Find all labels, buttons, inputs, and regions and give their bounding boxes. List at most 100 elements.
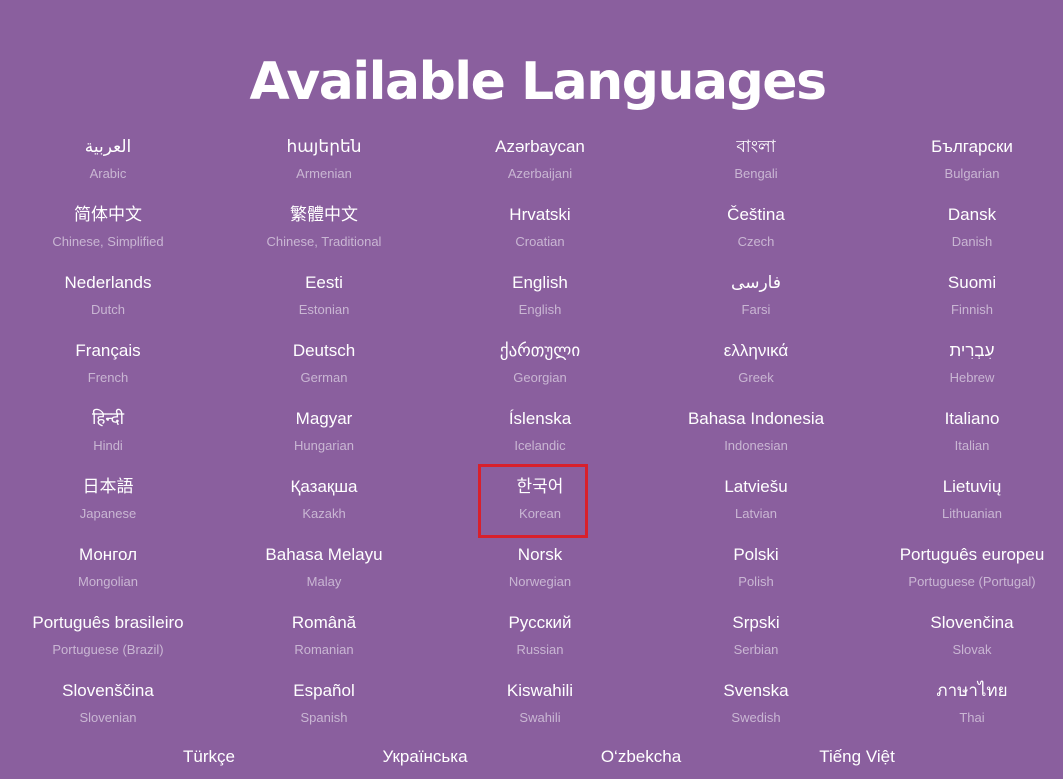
- language-native-name: Hrvatski: [509, 205, 571, 224]
- language-english-name: Lithuanian: [942, 506, 1002, 521]
- language-item-icelandic[interactable]: Íslenska Icelandic: [432, 402, 648, 470]
- language-item-lithuanian[interactable]: Lietuvių Lithuanian: [864, 470, 1063, 538]
- language-english-name: Romanian: [294, 642, 354, 657]
- language-native-name: Română: [291, 613, 357, 632]
- language-item-romanian[interactable]: Română Romanian: [216, 606, 432, 674]
- language-item-kazakh[interactable]: Қазақша Kazakh: [216, 470, 432, 538]
- language-item-chinese-simplified[interactable]: 简体中文 Chinese, Simplified: [0, 198, 216, 266]
- language-item-serbian[interactable]: Srpski Serbian: [648, 606, 864, 674]
- language-native-name: Deutsch: [292, 341, 356, 360]
- language-item-bengali[interactable]: বাংলা Bengali: [648, 130, 864, 198]
- language-native-name: Português europeu: [899, 545, 1045, 564]
- language-last-row: Türkçe Українська O‘zbekcha Tiếng Việt: [0, 744, 1063, 772]
- page-title: Available Languages: [249, 51, 827, 112]
- language-english-name: Farsi: [741, 302, 771, 317]
- language-english-name: Malay: [306, 574, 342, 589]
- language-item-farsi[interactable]: فارسی Farsi: [648, 266, 864, 334]
- language-item-hindi[interactable]: हिन्दी Hindi: [0, 402, 216, 470]
- language-english-name: Azerbaijani: [507, 166, 573, 181]
- language-item-malay[interactable]: Bahasa Melayu Malay: [216, 538, 432, 606]
- language-item-finnish[interactable]: Suomi Finnish: [864, 266, 1063, 334]
- language-english-name: Hindi: [93, 438, 123, 453]
- language-native-name: Slovenščina: [62, 681, 154, 700]
- language-item-last-1[interactable]: Українська: [382, 744, 467, 770]
- language-item-japanese[interactable]: 日本語 Japanese: [0, 470, 216, 538]
- language-native-name: Íslenska: [508, 409, 572, 428]
- language-item-swahili[interactable]: Kiswahili Swahili: [432, 674, 648, 742]
- language-item-english[interactable]: English English: [432, 266, 648, 334]
- language-item-dutch[interactable]: Nederlands Dutch: [0, 266, 216, 334]
- language-english-name: Dutch: [91, 302, 125, 317]
- language-english-name: Finnish: [951, 302, 993, 317]
- language-item-armenian[interactable]: հայերեն Armenian: [216, 130, 432, 198]
- language-native-name: Eesti: [305, 273, 343, 292]
- language-english-name: Georgian: [513, 370, 567, 385]
- language-item-hebrew[interactable]: עִבְרִית Hebrew: [864, 334, 1063, 402]
- language-english-name: Chinese, Simplified: [52, 234, 164, 249]
- language-english-name: Italian: [954, 438, 990, 453]
- language-native-name: 简体中文: [74, 205, 142, 224]
- language-item-arabic[interactable]: العربية Arabic: [0, 130, 216, 198]
- language-item-korean[interactable]: 한국어 Korean: [432, 470, 648, 538]
- language-english-name: Slovak: [952, 642, 992, 657]
- language-item-thai[interactable]: ภาษาไทย Thai: [864, 674, 1063, 742]
- language-item-hungarian[interactable]: Magyar Hungarian: [216, 402, 432, 470]
- language-item-slovak[interactable]: Slovenčina Slovak: [864, 606, 1063, 674]
- language-item-polish[interactable]: Polski Polish: [648, 538, 864, 606]
- language-item-last-2[interactable]: O‘zbekcha: [601, 744, 681, 770]
- language-item-estonian[interactable]: Eesti Estonian: [216, 266, 432, 334]
- language-item-greek[interactable]: ελληνικά Greek: [648, 334, 864, 402]
- language-native-name: فارسی: [731, 273, 781, 292]
- language-english-name: Greek: [738, 370, 774, 385]
- language-item-georgian[interactable]: ქართული Georgian: [432, 334, 648, 402]
- language-item-spanish[interactable]: Español Spanish: [216, 674, 432, 742]
- language-item-portuguese-portugal[interactable]: Português europeu Portuguese (Portugal): [864, 538, 1063, 606]
- language-item-indonesian[interactable]: Bahasa Indonesia Indonesian: [648, 402, 864, 470]
- language-english-name: Bengali: [734, 166, 778, 181]
- language-item-slovenian[interactable]: Slovenščina Slovenian: [0, 674, 216, 742]
- language-item-russian[interactable]: Русский Russian: [432, 606, 648, 674]
- language-native-name: Polski: [733, 545, 779, 564]
- language-item-last-0[interactable]: Türkçe: [183, 744, 235, 770]
- language-native-name: Монгол: [78, 545, 138, 564]
- language-item-italian[interactable]: Italiano Italian: [864, 402, 1063, 470]
- language-item-norwegian[interactable]: Norsk Norwegian: [432, 538, 648, 606]
- language-english-name: Swedish: [731, 710, 781, 725]
- language-native-name: Svenska: [723, 681, 789, 700]
- language-item-german[interactable]: Deutsch German: [216, 334, 432, 402]
- language-native-name: Suomi: [947, 273, 997, 292]
- language-english-name: Swahili: [519, 710, 561, 725]
- language-item-danish[interactable]: Dansk Danish: [864, 198, 1063, 266]
- language-item-last-3[interactable]: Tiếng Việt: [819, 744, 895, 770]
- language-native-name: Bahasa Melayu: [265, 545, 383, 564]
- language-native-name: ελληνικά: [723, 341, 789, 360]
- language-native-name: ქართული: [499, 341, 581, 360]
- language-english-name: Hungarian: [294, 438, 354, 453]
- language-item-croatian[interactable]: Hrvatski Croatian: [432, 198, 648, 266]
- language-english-name: French: [87, 370, 129, 385]
- language-english-name: Portuguese (Portugal): [908, 574, 1036, 589]
- language-item-swedish[interactable]: Svenska Swedish: [648, 674, 864, 742]
- language-native-name: 日本語: [82, 477, 134, 496]
- language-item-czech[interactable]: Čeština Czech: [648, 198, 864, 266]
- language-item-azerbaijani[interactable]: Azərbaycan Azerbaijani: [432, 130, 648, 198]
- language-native-name: Nederlands: [64, 273, 152, 292]
- language-english-name: Armenian: [296, 166, 352, 181]
- language-native-name: Italiano: [944, 409, 1000, 428]
- language-english-name: Icelandic: [514, 438, 566, 453]
- language-english-name: Indonesian: [724, 438, 788, 453]
- language-item-bulgarian[interactable]: Български Bulgarian: [864, 130, 1063, 198]
- language-item-latvian[interactable]: Latviešu Latvian: [648, 470, 864, 538]
- language-english-name: Danish: [951, 234, 993, 249]
- language-native-name: Srpski: [732, 613, 780, 632]
- language-native-name: Čeština: [727, 205, 785, 224]
- language-item-mongolian[interactable]: Монгол Mongolian: [0, 538, 216, 606]
- language-native-name: 한국어: [516, 477, 564, 496]
- language-item-chinese-traditional[interactable]: 繁體中文 Chinese, Traditional: [216, 198, 432, 266]
- language-grid: العربية Arabic հայերեն Armenian Azərbaycan Az…: [0, 130, 1063, 742]
- language-english-name: Thai: [959, 710, 985, 725]
- language-english-name: German: [300, 370, 348, 385]
- language-english-name: English: [518, 302, 562, 317]
- language-item-portuguese-brazil[interactable]: Português brasileiro Portuguese (Brazil): [0, 606, 216, 674]
- language-item-french[interactable]: Français French: [0, 334, 216, 402]
